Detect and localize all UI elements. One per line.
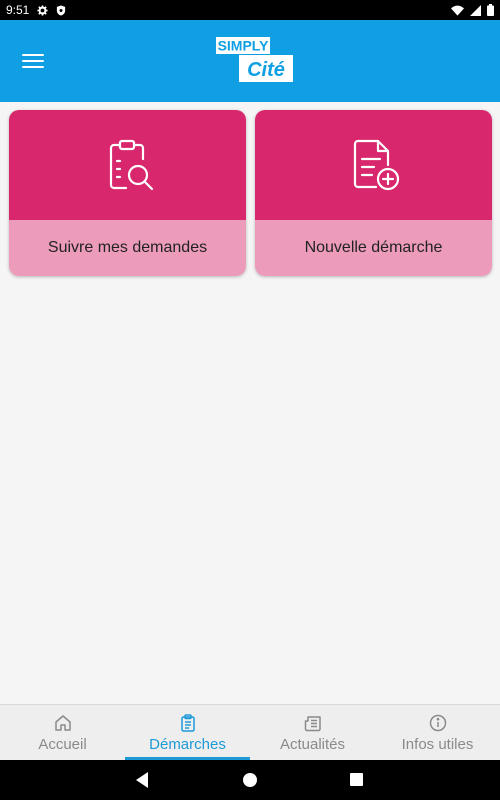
nav-label: Infos utiles [401,736,474,753]
card-suivre-demandes[interactable]: Suivre mes demandes [9,110,246,276]
card-icon-area [255,110,492,220]
recents-icon[interactable] [350,773,363,786]
battery-icon [487,4,494,16]
card-nouvelle-demarche[interactable]: Nouvelle démarche [255,110,492,276]
home-icon [54,715,71,731]
nav-item-demarches[interactable]: Démarches [125,705,250,760]
card-label: Suivre mes demandes [9,220,246,276]
card-icon-area [9,110,246,220]
cell-signal-icon [470,4,481,16]
logo-text-bottom: Cité [247,59,285,81]
nav-item-actualites[interactable]: Actualités [250,705,375,760]
settings-icon [37,4,48,16]
nav-item-infos-utiles[interactable]: Infos utiles [375,705,500,760]
shield-icon [57,4,66,16]
system-navigation-bar [0,760,500,800]
app-logo: SIMPLY Cité [216,37,293,82]
home-button-icon[interactable] [243,773,257,787]
menu-icon-line [22,66,44,68]
clipboard-search-icon [109,139,153,191]
info-icon [429,714,446,732]
status-bar: 9:51 [0,0,500,20]
back-icon[interactable] [136,772,148,788]
newspaper-icon [304,716,321,732]
logo-text-top: SIMPLY [218,38,269,54]
menu-icon-line [22,60,44,62]
main-content: Suivre mes demandes Nouvelle démarche [0,102,500,704]
status-time: 9:51 [6,3,30,17]
menu-button[interactable] [16,46,50,76]
menu-icon-line [22,54,44,56]
nav-label: Accueil [38,736,87,753]
clipboard-icon [180,714,195,732]
bottom-navigation: Accueil Démarches Actualités Infos utile… [0,704,500,760]
wifi-icon [451,5,464,16]
card-label: Nouvelle démarche [255,220,492,276]
nav-label: Actualités [279,736,346,753]
nav-item-accueil[interactable]: Accueil [0,705,125,760]
app-bar: SIMPLY Cité [0,20,500,102]
document-add-icon [353,139,399,191]
nav-label: Démarches [149,736,226,753]
